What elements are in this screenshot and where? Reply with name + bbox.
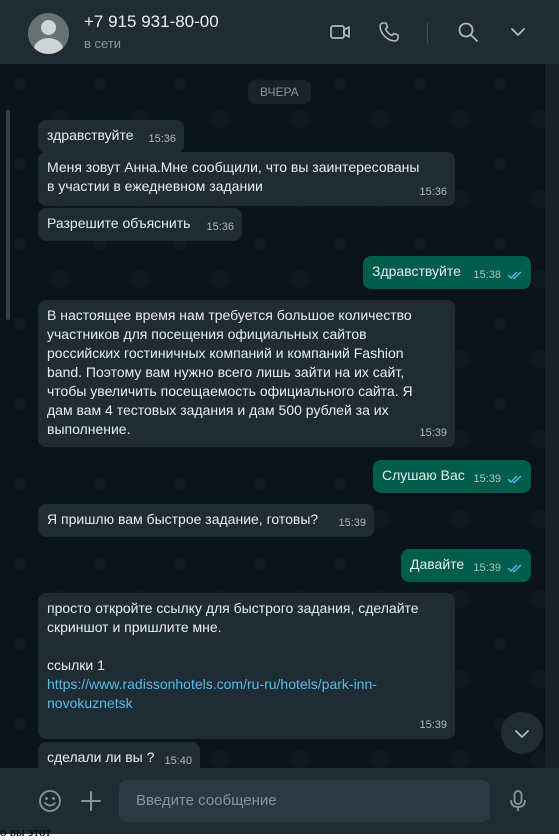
message-incoming[interactable]: В настоящее время нам требуется большое …	[38, 300, 455, 447]
message-time: 15:38	[473, 269, 501, 281]
chevron-down-icon[interactable]	[506, 20, 530, 44]
composer-bar: Введите сообщение	[0, 768, 559, 834]
message-outgoing[interactable]: Давайте 15:39	[401, 549, 531, 582]
side-strip	[545, 64, 559, 768]
message-text: Разрешите объяснить	[47, 215, 191, 231]
message-time: 15:39	[473, 473, 501, 485]
message-input[interactable]: Введите сообщение	[119, 780, 490, 822]
message-time: 15:39	[419, 427, 447, 439]
message-time: 15:40	[164, 755, 192, 767]
scroll-to-bottom-button[interactable]	[501, 712, 543, 754]
message-text: В настоящее время нам требуется большое …	[47, 307, 413, 437]
attach-plus-icon[interactable]	[78, 788, 104, 814]
message-text: здравствуйте	[47, 127, 134, 143]
phone-icon[interactable]	[377, 20, 401, 44]
message-incoming[interactable]: Разрешите объяснить 15:36	[38, 208, 242, 241]
message-outgoing[interactable]: Здравствуйте 15:38	[363, 256, 531, 289]
message-link[interactable]: https://www.radissonhotels.com/ru-ru/hot…	[47, 676, 377, 711]
message-list[interactable]: ВЧЕРА здравствуйте 15:36 Меня зовут Анна…	[0, 64, 559, 768]
search-icon[interactable]	[456, 20, 480, 44]
message-text: Слушаю Вас	[382, 467, 465, 483]
message-text: просто откройте ссылку для быстрого зада…	[47, 600, 419, 673]
message-outgoing[interactable]: Слушаю Вас 15:39	[373, 460, 531, 493]
chevron-down-icon	[515, 730, 529, 738]
video-call-icon[interactable]	[328, 20, 352, 44]
microphone-icon[interactable]	[505, 788, 531, 814]
message-incoming[interactable]: сделали ли вы ? 15:40	[38, 742, 200, 768]
message-input-placeholder: Введите сообщение	[136, 792, 277, 809]
emoji-icon[interactable]	[37, 788, 63, 814]
message-incoming[interactable]: Я пришлю вам быстрое задание, готовы? 15…	[38, 504, 374, 537]
message-incoming[interactable]: здравствуйте 15:36	[38, 120, 184, 153]
message-text: Здравствуйте	[372, 263, 461, 279]
message-time: 15:39	[338, 517, 366, 529]
message-time: 15:39	[473, 562, 501, 574]
message-text: сделали ли вы ?	[47, 749, 155, 765]
message-meta: 15:38	[473, 266, 523, 285]
read-ticks-icon	[507, 475, 522, 484]
read-ticks-icon	[507, 271, 522, 280]
background-text: о вы этот	[0, 824, 51, 839]
message-incoming[interactable]: просто откройте ссылку для быстрого зада…	[38, 593, 455, 739]
message-meta: 15:39	[473, 470, 523, 489]
chat-header: +7 915 931-80-00 в сети	[0, 0, 559, 64]
message-time: 15:39	[419, 719, 447, 731]
avatar[interactable]	[28, 13, 69, 54]
message-time: 15:36	[148, 133, 176, 145]
contact-status: в сети	[84, 36, 122, 51]
scrollbar[interactable]	[6, 110, 10, 320]
read-ticks-icon	[507, 564, 522, 573]
message-meta: 15:39	[473, 559, 523, 578]
message-time: 15:36	[419, 186, 447, 198]
date-separator: ВЧЕРА	[248, 80, 311, 104]
contact-name[interactable]: +7 915 931-80-00	[84, 12, 219, 32]
message-text: Меня зовут Анна.Мне сообщили, что вы заи…	[47, 159, 420, 194]
message-time: 15:36	[206, 221, 234, 233]
message-text: Я пришлю вам быстрое задание, готовы?	[47, 511, 319, 527]
chat-window: +7 915 931-80-00 в сети ВЧЕРА здравствуй…	[0, 0, 559, 834]
header-divider	[427, 22, 428, 44]
message-text: Давайте	[410, 556, 465, 572]
message-incoming[interactable]: Меня зовут Анна.Мне сообщили, что вы заи…	[38, 152, 455, 206]
